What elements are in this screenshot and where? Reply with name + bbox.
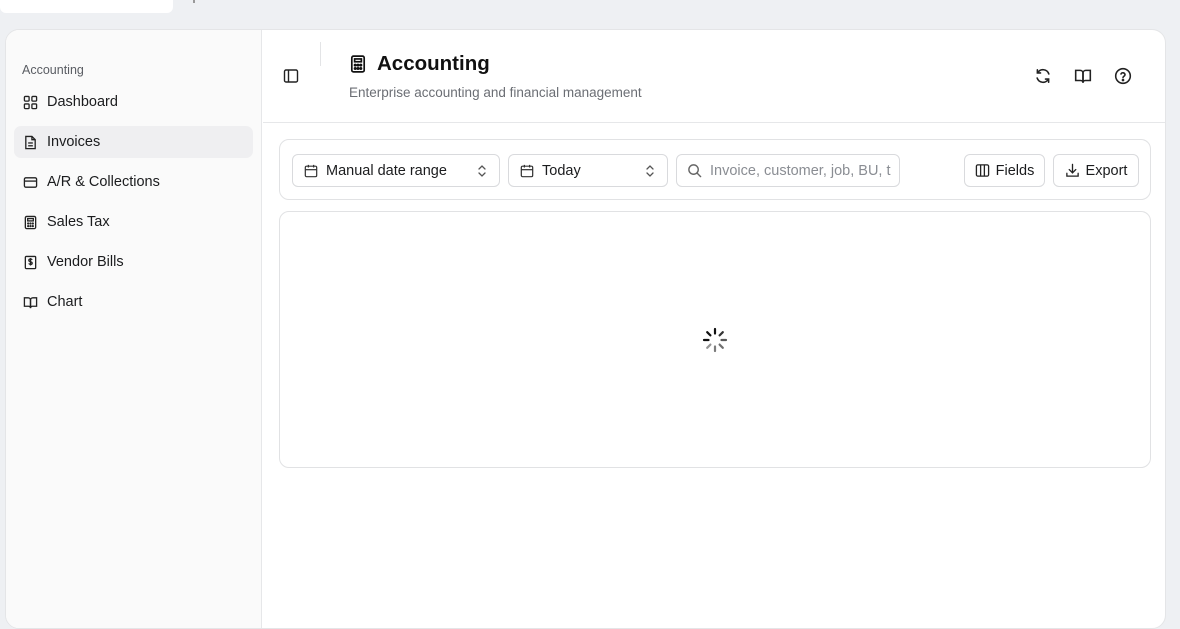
sidebar: Accounting Dashboard Invoices A/R & Coll… bbox=[6, 30, 262, 628]
search-input[interactable] bbox=[710, 162, 895, 179]
receipt-dollar-icon bbox=[24, 255, 37, 269]
calendar-icon bbox=[520, 164, 534, 177]
fields-button-label: Fields bbox=[995, 162, 1035, 179]
app-frame: Accounting Dashboard Invoices A/R & Coll… bbox=[5, 29, 1166, 629]
sidebar-item-label: Chart bbox=[47, 294, 83, 310]
sidebar-item-label: Vendor Bills bbox=[47, 254, 124, 270]
tab-strip-mark bbox=[193, 0, 195, 3]
download-icon bbox=[1065, 163, 1079, 177]
date-preset-value: Today bbox=[542, 162, 581, 179]
sidebar-item-label: Sales Tax bbox=[47, 214, 110, 230]
export-button-label: Export bbox=[1085, 162, 1128, 179]
fields-button[interactable]: Fields bbox=[964, 154, 1045, 187]
page-title: Accounting bbox=[377, 52, 490, 75]
sidebar-item-dashboard[interactable]: Dashboard bbox=[14, 86, 253, 118]
chevrons-up-down-icon bbox=[478, 165, 486, 177]
book-open-icon[interactable] bbox=[1074, 67, 1092, 85]
date-mode-select[interactable]: Manual date range bbox=[292, 154, 500, 187]
columns-icon bbox=[975, 164, 989, 177]
sidebar-item-label: Invoices bbox=[47, 134, 101, 150]
sidebar-toggle-icon[interactable] bbox=[283, 68, 299, 84]
sidebar-item-sales-tax[interactable]: Sales Tax bbox=[14, 206, 253, 238]
credit-card-icon bbox=[23, 176, 38, 188]
invoices-table-panel bbox=[279, 211, 1151, 468]
sidebar-item-ar-collections[interactable]: A/R & Collections bbox=[14, 166, 253, 198]
sidebar-item-invoices[interactable]: Invoices bbox=[14, 126, 253, 158]
calculator-icon bbox=[24, 215, 37, 229]
help-circle-icon[interactable] bbox=[1114, 67, 1132, 85]
date-preset-select[interactable]: Today bbox=[508, 154, 668, 187]
chevrons-up-down-icon bbox=[646, 165, 654, 177]
export-button[interactable]: Export bbox=[1053, 154, 1139, 187]
file-text-icon bbox=[25, 135, 36, 149]
sidebar-item-vendor-bills[interactable]: Vendor Bills bbox=[14, 246, 253, 278]
browser-tab-strip bbox=[0, 0, 1180, 20]
filter-toolbar: Manual date range Today Fields Export bbox=[279, 139, 1151, 200]
search-icon bbox=[688, 164, 702, 178]
sidebar-item-label: A/R & Collections bbox=[47, 174, 160, 190]
date-mode-value: Manual date range bbox=[326, 162, 447, 179]
sidebar-item-chart[interactable]: Chart bbox=[14, 286, 253, 318]
sidebar-group-label: Accounting bbox=[22, 63, 84, 77]
sidebar-item-label: Dashboard bbox=[47, 94, 118, 110]
loading-spinner-icon bbox=[702, 327, 728, 353]
book-open-icon bbox=[23, 296, 38, 308]
search-field bbox=[676, 154, 900, 187]
calculator-icon bbox=[350, 55, 366, 73]
page-header: Accounting Enterprise accounting and fin… bbox=[263, 30, 1165, 123]
header-divider bbox=[320, 42, 321, 66]
layout-grid-icon bbox=[23, 95, 38, 109]
calendar-icon bbox=[304, 164, 318, 177]
browser-tab[interactable] bbox=[0, 0, 173, 13]
refresh-icon[interactable] bbox=[1034, 67, 1052, 85]
page-subtitle: Enterprise accounting and financial mana… bbox=[349, 85, 642, 100]
